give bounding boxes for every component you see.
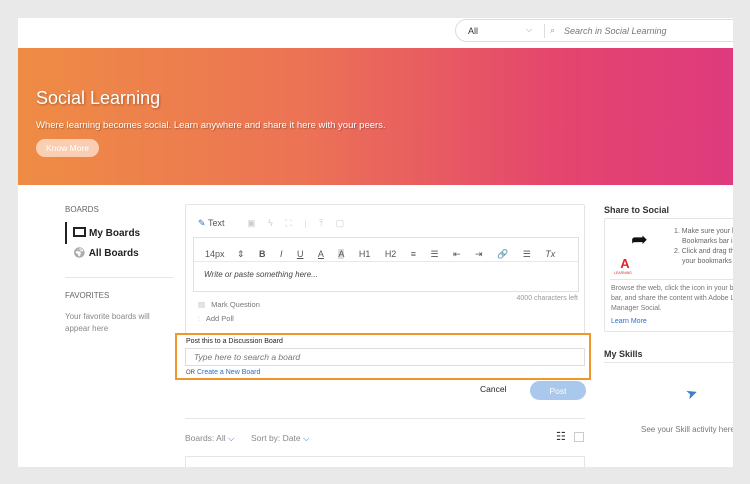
ordered-list-icon[interactable]: ≡ [411,249,416,259]
post-to-board-section: Post this to a Discussion Board Type her… [175,333,591,380]
font-size-select[interactable]: 14px ⇕ [205,249,245,260]
h2-button[interactable]: H2 [385,249,397,259]
cancel-button[interactable]: Cancel [480,384,506,394]
rich-text-editor: 14px ⇕ B I U A A H1 H2 ≡ ☰ ⇤ ⇥ 🔗 ☰ Tx Wr… [193,237,579,292]
banner-title: Social Learning [36,88,161,108]
tab-text[interactable]: ✎ Text [198,218,235,229]
add-poll-button[interactable]: ⫶ Add Poll [198,314,234,324]
sort-filter[interactable]: Sort by: Date ⌵ [251,433,309,444]
learn-more-link[interactable]: Learn More [611,318,647,325]
list-view-icon[interactable]: ☷ [556,430,566,443]
share-description: Browse the web, click the icon in your b… [611,285,733,312]
create-board-row: OR Create a New Board [186,369,261,376]
post-board-label: Post this to a Discussion Board [186,338,283,345]
hero-banner: Social Learning Where learning becomes s… [18,48,733,185]
sidebar-item-label: My Boards [89,228,141,239]
divider: | [304,218,307,228]
boards-filter[interactable]: Boards: All ⌵ [185,433,234,444]
sidebar-item-label: All Boards [88,248,139,259]
boards-heading: BOARDS [65,205,99,214]
share-arrow-icon: ➦ [631,229,648,251]
link-icon[interactable]: 🔗 [497,249,508,260]
chevron-down-icon[interactable]: ⌵ [526,25,532,35]
page: All ⌵ ⌕ Search in Social Learning Social… [18,18,733,467]
clear-format-icon[interactable]: Tx [545,249,555,259]
indent-icon[interactable]: ⇥ [475,249,483,260]
share-title: Share to Social [604,205,670,215]
question-icon: ▤ [198,300,206,309]
logo-label: LEARNING [614,271,632,275]
board-icon [73,227,86,237]
composer-toolbar: ✎ Text ▣ ϟ ⛶ | ⤒ ▢ [198,218,354,229]
format-toolbar: 14px ⇕ B I U A A H1 H2 ≡ ☰ ⇤ ⇥ 🔗 ☰ Tx [194,238,578,262]
divider [610,279,733,280]
search-bar: All ⌵ ⌕ Search in Social Learning [455,19,733,42]
know-more-button[interactable]: Know More [36,139,99,157]
favorites-heading: FAVORITES [65,291,110,300]
divider [65,277,173,278]
boards-sidebar: BOARDS My Boards 🌍︎ All Boards FAVORITES … [65,205,175,333]
feed-card [185,456,585,467]
adobe-learning-logo: A [620,256,630,271]
active-indicator [65,222,67,244]
bullet-list-icon[interactable]: ☰ [431,249,439,260]
favorites-empty: Your favorite boards will appear here [65,312,150,333]
underline-button[interactable]: U [297,249,304,259]
poll-icon: ⫶ [198,314,200,323]
align-icon[interactable]: ☰ [523,249,531,260]
globe-icon: 🌍︎ [73,248,86,259]
italic-button[interactable]: I [280,249,283,259]
post-composer: ✎ Text ▣ ϟ ⛶ | ⤒ ▢ 14px ⇕ B I U A A H1 H… [185,204,585,335]
search-input[interactable]: Search in Social Learning [564,26,667,36]
flash-icon[interactable]: ϟ [268,218,273,228]
sidebar-item-all-boards[interactable]: 🌍︎ All Boards [73,248,139,259]
upload-icon[interactable]: ⤒ [319,218,323,229]
embed-icon[interactable]: ▢ [336,218,345,229]
search-icon: ⌕ [550,25,556,35]
outdent-icon[interactable]: ⇤ [453,249,461,260]
grid-view-icon[interactable] [574,432,584,442]
skills-empty: See your Skill activity here [641,425,733,434]
h1-button[interactable]: H1 [359,249,371,259]
paper-plane-icon: ➤ [683,383,700,403]
mark-question-toggle[interactable]: ▤ Mark Question [198,300,260,309]
divider [185,418,585,419]
share-steps: 1. Make sure your browserBookmarks bar i… [674,228,733,265]
divider [604,362,733,363]
search-scope-select[interactable]: All [468,26,478,36]
image-icon[interactable]: ▣ [247,218,256,229]
highlight-button[interactable]: A [338,249,345,259]
banner-subtitle: Where learning becomes social. Learn any… [36,120,386,131]
sidebar-item-my-boards[interactable]: My Boards [73,227,140,239]
editor-input[interactable]: Write or paste something here... [194,262,578,279]
chars-left: 4000 characters left [516,295,578,302]
expand-icon[interactable]: ⛶ [285,218,291,229]
board-search-input[interactable]: Type here to search a board [185,348,585,366]
skills-title: My Skills [604,349,643,359]
font-color-button[interactable]: A [318,249,324,259]
create-board-link[interactable]: Create a New Board [197,369,260,376]
divider [544,24,545,38]
post-button[interactable]: Post [530,381,586,400]
bold-button[interactable]: B [259,249,266,259]
share-card: ➦ A LEARNING 1. Make sure your browserBo… [604,218,733,332]
